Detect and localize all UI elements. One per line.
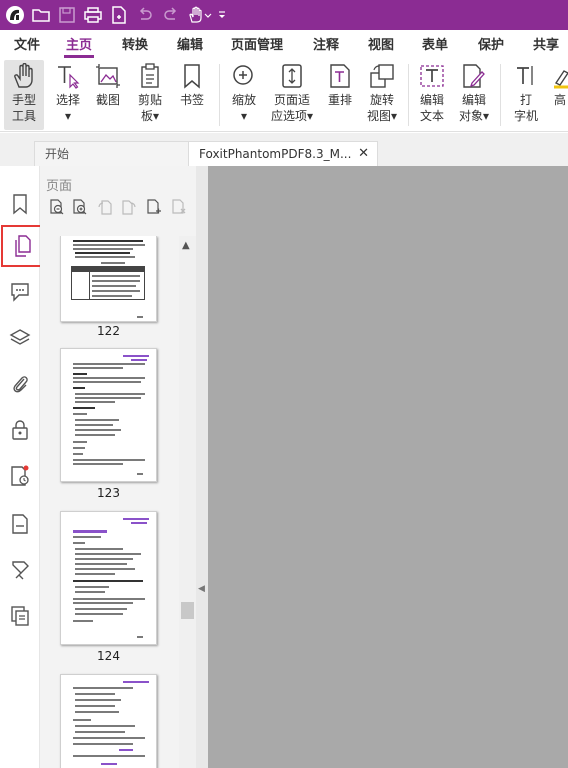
- content-panel-icon[interactable]: [0, 504, 40, 544]
- pages-panel: 页面 122 123 124 ▲: [40, 166, 196, 768]
- rotate-view-icon: [362, 60, 402, 92]
- start-tab[interactable]: 开始: [34, 141, 192, 166]
- hand-icon: [4, 60, 44, 92]
- typewriter-button[interactable]: 打 字机: [506, 60, 546, 130]
- delete-page-icon[interactable]: [170, 198, 188, 216]
- print-icon[interactable]: [82, 5, 104, 25]
- edit-object-button[interactable]: 编辑 对象▾: [454, 60, 494, 130]
- zoom-in-thumbnails-icon[interactable]: [71, 198, 89, 216]
- open-folder-icon[interactable]: [30, 5, 52, 25]
- layers-panel-icon[interactable]: [0, 318, 40, 358]
- navigation-pane-bar: [0, 166, 45, 768]
- document-view[interactable]: [208, 166, 568, 768]
- rotate-right-page-icon[interactable]: [120, 198, 138, 216]
- ribbon-toolbar: 手型 工具 选择 ▾ 截图 剪贴 板▾ 书签 缩放 ▾ 页面适 应选项▾ 重排 …: [0, 58, 568, 132]
- clipboard-icon: [130, 60, 170, 92]
- undo-icon[interactable]: [134, 5, 156, 25]
- page-thumbnail-122[interactable]: [60, 236, 157, 322]
- insert-page-icon[interactable]: [145, 198, 163, 216]
- hand-tool-icon[interactable]: [186, 5, 214, 25]
- title-bar: [0, 0, 568, 30]
- comments-panel-icon[interactable]: [0, 272, 40, 312]
- highlight-icon: [546, 60, 568, 92]
- collapse-arrow-icon[interactable]: ◀: [198, 584, 205, 594]
- edit-object-icon: [454, 60, 494, 92]
- signature-panel-icon[interactable]: [0, 456, 40, 496]
- page-number-124: 124: [97, 649, 120, 663]
- ribbon-tabs: 文件 主页 转换 编辑 页面管理 注释 视图 表单 保护 共享: [0, 30, 568, 58]
- start-tab-label: 开始: [45, 147, 70, 161]
- page-fit-label-2: 应选项▾: [270, 109, 314, 123]
- edit-text-icon: [412, 60, 452, 92]
- page-thumbnail-125[interactable]: [60, 674, 157, 768]
- close-tab-icon[interactable]: ✕: [358, 142, 369, 166]
- tab-convert[interactable]: 转换: [122, 34, 148, 53]
- panel-collapse-strip[interactable]: ◀: [196, 166, 208, 768]
- tab-share[interactable]: 共享: [533, 34, 559, 53]
- attachments-panel-icon[interactable]: [0, 364, 40, 404]
- snapshot-icon: [88, 60, 128, 92]
- bookmark-panel-icon[interactable]: [0, 184, 40, 224]
- bookmark-icon: [172, 60, 212, 92]
- scrollbar-thumb[interactable]: [181, 602, 194, 619]
- rotate-view-button[interactable]: 旋转 视图▾: [362, 60, 402, 130]
- articles-panel-icon[interactable]: [0, 596, 40, 636]
- page-fit-button[interactable]: 页面适 应选项▾: [271, 60, 313, 130]
- document-tab[interactable]: FoxitPhantomPDF8.3_M... ✕: [188, 141, 378, 166]
- tab-protect[interactable]: 保护: [478, 34, 504, 53]
- tab-organize[interactable]: 页面管理: [231, 34, 283, 53]
- edit-object-label-2: 对象▾: [458, 109, 490, 123]
- thumbnails-scrollbar[interactable]: ▲: [179, 236, 196, 768]
- edit-object-label: 编辑: [461, 93, 486, 107]
- redo-icon[interactable]: [160, 5, 182, 25]
- tab-home[interactable]: 主页: [63, 34, 95, 58]
- new-doc-icon[interactable]: [108, 5, 130, 25]
- table-preview: [71, 266, 145, 300]
- page-thumbnails: 122 123 124: [40, 236, 182, 768]
- page-fit-icon: [272, 60, 312, 92]
- tab-comment[interactable]: 注释: [313, 34, 339, 53]
- tab-file[interactable]: 文件: [14, 34, 40, 53]
- zoom-out-thumbnails-icon[interactable]: [48, 198, 66, 216]
- customize-icon[interactable]: [216, 5, 228, 25]
- panel-title: 页面: [46, 179, 73, 194]
- app-logo-icon[interactable]: [4, 5, 26, 25]
- page-thumbnail-124[interactable]: [60, 511, 157, 645]
- tab-form[interactable]: 表单: [422, 34, 448, 53]
- rotate-left-page-icon[interactable]: [96, 198, 114, 216]
- page-number-123: 123: [97, 486, 120, 500]
- highlight-button[interactable]: 高: [546, 60, 568, 130]
- scroll-up-arrow-icon[interactable]: ▲: [182, 240, 190, 251]
- zoom-icon: [224, 60, 264, 92]
- pages-panel-icon[interactable]: [1, 225, 45, 267]
- security-panel-icon[interactable]: [0, 410, 40, 450]
- tab-edit[interactable]: 编辑: [177, 34, 203, 53]
- reflow-icon: [320, 60, 360, 92]
- tab-view[interactable]: 视图: [368, 34, 394, 53]
- bookmark-button[interactable]: 书签: [172, 60, 212, 130]
- highlight-label: 高: [554, 93, 567, 107]
- save-icon[interactable]: [56, 5, 78, 25]
- document-tab-bar: 开始 FoxitPhantomPDF8.3_M... ✕: [0, 133, 568, 166]
- page-thumbnail-123[interactable]: [60, 348, 157, 482]
- document-tab-label: FoxitPhantomPDF8.3_M...: [199, 147, 352, 161]
- destinations-panel-icon[interactable]: [0, 550, 40, 590]
- bookmark-label: 书签: [179, 93, 204, 107]
- typewriter-icon: [506, 60, 546, 92]
- select-text-icon: [48, 60, 88, 92]
- clipboard-label-2: 板▾: [140, 109, 160, 123]
- page-number-122: 122: [97, 324, 120, 338]
- zoom-button[interactable]: 缩放 ▾: [224, 60, 264, 130]
